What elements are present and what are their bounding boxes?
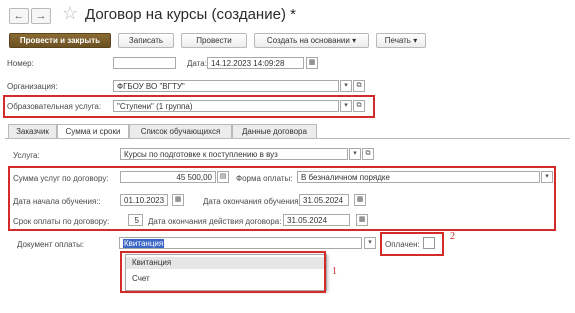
usluga-label: Услуга: — [13, 151, 40, 160]
highlight-box-service — [3, 95, 375, 118]
tab-customer[interactable]: Заказчик — [8, 124, 57, 138]
favorite-star-icon[interactable]: ☆ — [62, 3, 78, 24]
payment-doc-value: Квитанция — [123, 239, 165, 248]
arrow-right-icon: → — [35, 10, 47, 22]
arrow-left-icon: ← — [13, 10, 25, 22]
tab-students[interactable]: Список обучающихся — [129, 124, 232, 138]
number-input[interactable] — [113, 57, 176, 69]
annotation-number-one: 1 — [332, 266, 337, 277]
create-based-on-button[interactable]: Создать на основании ▾ — [254, 33, 369, 48]
organization-input[interactable]: ФГБОУ ВО "ВГТУ" — [113, 80, 339, 92]
back-button[interactable]: ← — [9, 8, 29, 24]
highlight-box-paid — [380, 232, 444, 256]
chevron-down-icon[interactable]: ▾ — [349, 148, 361, 160]
save-button[interactable]: Записать — [118, 33, 174, 48]
highlight-box-dropdown — [120, 251, 326, 293]
highlight-box-terms — [8, 166, 556, 231]
create-based-label: Создать на основании — [266, 36, 350, 45]
chevron-down-icon[interactable]: ▾ — [364, 237, 376, 249]
usluga-input[interactable]: Курсы по подготовке к поступлению в вуз — [120, 148, 348, 160]
post-button[interactable]: Провести — [181, 33, 247, 48]
open-link-icon[interactable]: ⧉ — [362, 148, 374, 160]
forward-button[interactable]: → — [31, 8, 51, 24]
page-title: Договор на курсы (создание) * — [85, 6, 296, 23]
date-input[interactable]: 14.12.2023 14:09:28 — [207, 57, 304, 69]
post-and-close-button[interactable]: Провести и закрыть — [9, 33, 111, 48]
number-label: Номер: — [7, 59, 34, 68]
calendar-icon[interactable]: ▦ — [306, 57, 318, 69]
tab-contract-data[interactable]: Данные договора — [232, 124, 317, 138]
tab-sum-and-terms[interactable]: Сумма и сроки — [57, 124, 129, 139]
chevron-down-icon[interactable]: ▾ — [340, 80, 352, 92]
organization-label: Организация: — [7, 82, 58, 91]
chevron-down-icon: ▾ — [413, 36, 418, 45]
date-label: Дата: — [187, 59, 207, 68]
chevron-down-icon: ▾ — [352, 36, 357, 45]
print-button[interactable]: Печать ▾ — [376, 33, 426, 48]
print-label: Печать — [384, 36, 411, 45]
payment-doc-label: Документ оплаты: — [17, 240, 85, 249]
tab-divider — [5, 138, 570, 139]
payment-doc-select[interactable]: Квитанция — [119, 237, 362, 249]
open-link-icon[interactable]: ⧉ — [353, 80, 365, 92]
annotation-number-two: 2 — [450, 231, 455, 242]
